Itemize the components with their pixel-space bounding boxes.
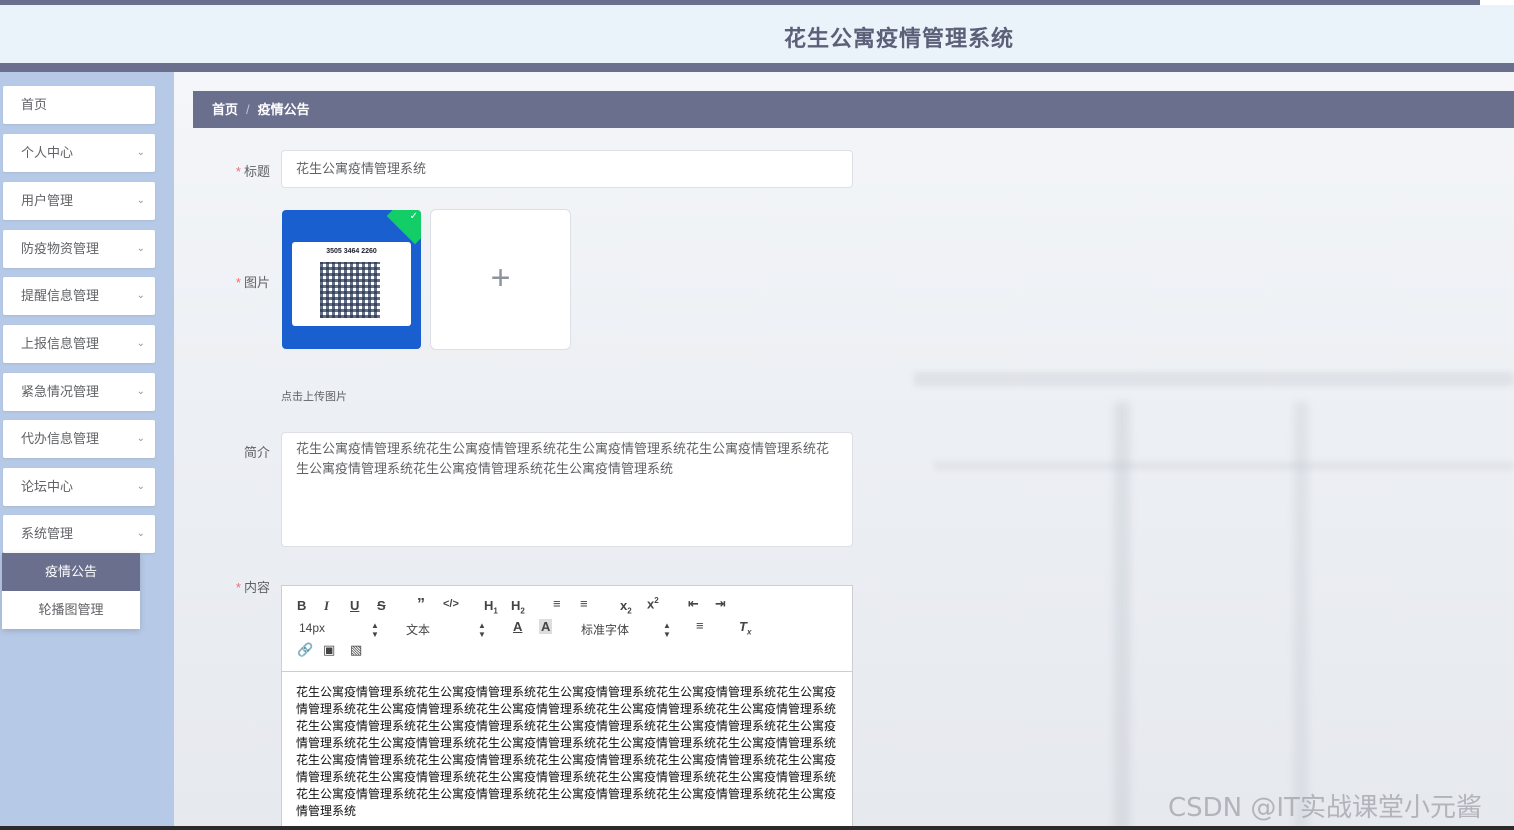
- app-title: 花生公寓疫情管理系统: [784, 26, 1015, 51]
- required-mark: *: [235, 164, 241, 179]
- underline-icon[interactable]: U: [350, 598, 359, 613]
- image-upload-button[interactable]: +: [430, 209, 571, 350]
- sidebar-item-label: 个人中心: [21, 145, 74, 160]
- sidebar-item-reminder-management[interactable]: 提醒信息管理 ⌄: [3, 277, 155, 315]
- qr-code-icon: [320, 262, 380, 318]
- sidebar-item-label: 提醒信息管理: [21, 288, 100, 303]
- submenu-item-epidemic-notice[interactable]: 疫情公告: [2, 553, 140, 591]
- font-family-select[interactable]: 标准字体 ▲ ▼: [581, 621, 671, 639]
- sidebar-item-label: 防疫物资管理: [21, 241, 100, 256]
- intro-label: 简介: [243, 445, 270, 460]
- bullet-list-icon[interactable]: ≡: [580, 596, 588, 611]
- sidebar-item-user-management[interactable]: 用户管理 ⌄: [3, 182, 155, 220]
- required-mark: *: [235, 580, 241, 595]
- indent-icon[interactable]: ⇥: [715, 596, 726, 612]
- font-size-select[interactable]: 14px ▲ ▼: [299, 621, 379, 639]
- subscript-icon[interactable]: x2: [620, 598, 632, 616]
- sidebar-item-personal-center[interactable]: 个人中心 ⌄: [3, 134, 155, 172]
- strikethrough-icon[interactable]: S: [377, 598, 386, 613]
- breadcrumb: 首页 / 疫情公告: [193, 91, 1514, 128]
- chevron-updown-icon: ▲ ▼: [371, 621, 379, 639]
- video-icon[interactable]: ▧: [350, 642, 362, 658]
- block-format-select[interactable]: 文本 ▲ ▼: [406, 621, 486, 639]
- required-mark: *: [235, 275, 241, 290]
- italic-icon[interactable]: I: [324, 598, 329, 614]
- sidebar-item-label: 紧急情况管理: [21, 384, 100, 399]
- title-label: * 标题: [235, 164, 270, 179]
- sidebar-item-label: 首页: [21, 97, 48, 112]
- font-color-icon[interactable]: A: [513, 619, 522, 634]
- code-block-icon[interactable]: </>: [443, 598, 459, 610]
- app-header: 花生公寓疫情管理系统: [0, 5, 1514, 63]
- background-decoration: [914, 372, 1514, 386]
- main-content: 首页 / 疫情公告 * 标题 花生公寓疫情管理系统 * 图片 3505 3464 226…: [174, 72, 1514, 830]
- outdent-icon[interactable]: ⇤: [688, 596, 699, 612]
- header-divider: [0, 63, 1514, 72]
- chevron-down-icon: ⌄: [136, 338, 145, 349]
- breadcrumb-current: 疫情公告: [257, 102, 310, 117]
- image-label: * 图片: [235, 275, 270, 290]
- sidebar-item-forum-center[interactable]: 论坛中心 ⌄: [3, 468, 155, 506]
- breadcrumb-home[interactable]: 首页: [212, 102, 238, 117]
- chevron-updown-icon: ▲ ▼: [478, 621, 486, 639]
- blockquote-icon[interactable]: ”: [417, 596, 425, 614]
- check-icon: ✓: [409, 211, 418, 222]
- editor-toolbar: B I U S ” </> H1 H2 ≡ ≡ x2 x2 ⇤ ⇥ 14px ▲…: [282, 586, 852, 672]
- sidebar-item-report-management[interactable]: 上报信息管理 ⌄: [3, 325, 155, 363]
- align-icon[interactable]: ≡: [696, 618, 704, 633]
- sidebar-item-system-management[interactable]: 系统管理 ⌄: [3, 515, 155, 553]
- clear-format-icon[interactable]: Tx: [739, 619, 751, 637]
- sidebar-item-emergency-management[interactable]: 紧急情况管理 ⌄: [3, 373, 155, 411]
- sidebar-item-label: 论坛中心: [21, 479, 74, 494]
- chevron-down-icon: ⌄: [136, 528, 145, 539]
- watermark: CSDN @IT实战课堂小元酱: [1168, 793, 1482, 823]
- superscript-icon[interactable]: x2: [647, 596, 659, 611]
- sidebar-item-label: 代办信息管理: [21, 431, 100, 446]
- chevron-updown-icon: ▲ ▼: [663, 621, 671, 639]
- content-label: * 内容: [235, 580, 270, 595]
- health-code-number: 3505 3464 2260: [326, 248, 377, 255]
- bottom-border: [0, 826, 1514, 830]
- link-icon[interactable]: 🔗: [297, 642, 313, 658]
- upload-hint: 点击上传图片: [281, 391, 347, 403]
- chevron-down-icon: ⌄: [136, 386, 145, 397]
- submenu-item-carousel-management[interactable]: 轮播图管理: [2, 591, 140, 629]
- chevron-down-icon: ⌄: [136, 195, 145, 206]
- sidebar-item-label: 用户管理: [21, 193, 74, 208]
- chevron-down-icon: ⌄: [136, 433, 145, 444]
- heading1-icon[interactable]: H1: [484, 598, 498, 616]
- title-input[interactable]: 花生公寓疫情管理系统: [281, 150, 853, 188]
- intro-textarea[interactable]: 花生公寓疫情管理系统花生公寓疫情管理系统花生公寓疫情管理系统花生公寓疫情管理系统…: [281, 432, 853, 547]
- uploaded-image-thumbnail[interactable]: 3505 3464 2260 ✓: [282, 210, 421, 349]
- chevron-down-icon: ⌄: [136, 147, 145, 158]
- system-management-submenu: 疫情公告 轮播图管理: [2, 553, 140, 629]
- sidebar-item-supplies-management[interactable]: 防疫物资管理 ⌄: [3, 230, 155, 268]
- chevron-down-icon: ⌄: [136, 481, 145, 492]
- ordered-list-icon[interactable]: ≡: [553, 596, 561, 611]
- editor-content[interactable]: 花生公寓疫情管理系统花生公寓疫情管理系统花生公寓疫情管理系统花生公寓疫情管理系统…: [282, 672, 852, 830]
- chevron-down-icon: ⌄: [136, 243, 145, 254]
- sidebar-item-home[interactable]: 首页: [3, 86, 155, 124]
- sidebar-item-label: 上报信息管理: [21, 336, 100, 351]
- breadcrumb-separator: /: [246, 102, 250, 117]
- sidebar: 首页 个人中心 ⌄ 用户管理 ⌄ 防疫物资管理 ⌄ 提醒信息管理 ⌄ 上报信息管…: [0, 72, 174, 830]
- heading2-icon[interactable]: H2: [511, 598, 525, 616]
- chevron-down-icon: ⌄: [136, 290, 145, 301]
- background-decoration: [934, 462, 1514, 470]
- rich-text-editor: B I U S ” </> H1 H2 ≡ ≡ x2 x2 ⇤ ⇥ 14px ▲…: [281, 585, 853, 830]
- health-code-card: 3505 3464 2260: [292, 242, 411, 326]
- plus-icon: +: [490, 259, 511, 297]
- bold-icon[interactable]: B: [297, 598, 306, 613]
- sidebar-item-label: 系统管理: [21, 526, 74, 541]
- background-color-icon[interactable]: A: [539, 619, 553, 634]
- image-icon[interactable]: ▣: [323, 642, 335, 658]
- sidebar-item-todo-management[interactable]: 代办信息管理 ⌄: [3, 420, 155, 458]
